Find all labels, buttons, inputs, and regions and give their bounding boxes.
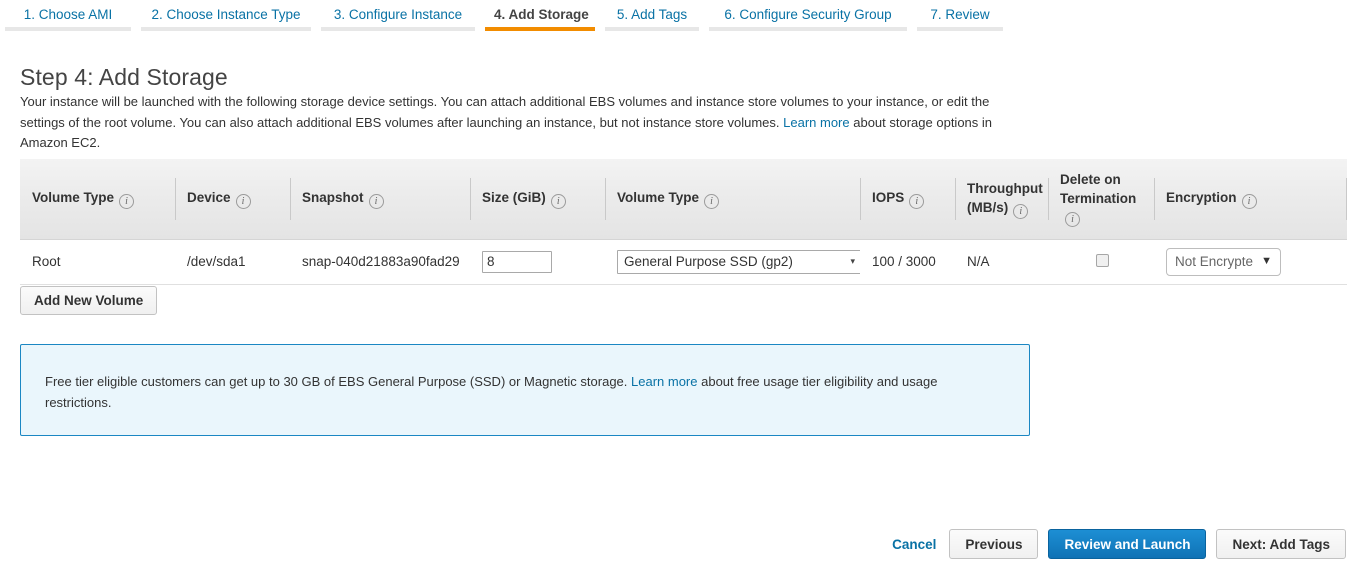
column-header-iops: IOPS i — [860, 159, 955, 240]
throughput-value: N/A — [967, 254, 990, 269]
column-header-label: Encryption — [1166, 190, 1237, 206]
wizard-tab-2[interactable]: 2. Choose Instance Type — [136, 6, 316, 31]
size-input[interactable] — [482, 250, 552, 273]
wizard-tab-4[interactable]: 4. Add Storage — [480, 6, 600, 31]
wizard-tab-underline — [605, 27, 699, 31]
column-header-delete-on-termination: Delete on Termination i — [1048, 159, 1154, 240]
column-header-label: Throughput (MB/s) — [967, 180, 1043, 215]
cell-snapshot: snap-040d21883a90fad29 — [290, 239, 470, 285]
info-icon[interactable]: i — [119, 194, 135, 210]
cell-delete-on-termination — [1048, 239, 1154, 285]
wizard-action-bar: Cancel Previous Review and Launch Next: … — [892, 529, 1346, 559]
wizard-tab-underline — [709, 27, 907, 31]
wizard-tab-6[interactable]: 6. Configure Security Group — [704, 6, 912, 31]
chevron-down-icon: ▾ — [850, 256, 855, 266]
wizard-tab-label: 2. Choose Instance Type — [151, 7, 301, 22]
wizard-tab-5[interactable]: 5. Add Tags — [600, 6, 704, 31]
wizard-tab-label: 1. Choose AMI — [23, 7, 113, 22]
wizard-tab-underline — [485, 27, 595, 31]
volume-type-select-value: General Purpose SSD (gp2) — [624, 254, 793, 269]
free-tier-learn-more-link[interactable]: Learn more — [631, 374, 697, 389]
wizard-tab-underline — [5, 27, 131, 31]
wizard-tab-3[interactable]: 3. Configure Instance — [316, 6, 480, 31]
cancel-button[interactable]: Cancel — [892, 537, 936, 552]
column-header-device: Device i — [175, 159, 290, 240]
column-header-label: Volume Type — [617, 190, 700, 206]
previous-button[interactable]: Previous — [949, 529, 1039, 559]
column-header-label: Size (GiB) — [482, 190, 546, 206]
free-tier-info-box: Free tier eligible customers can get up … — [20, 344, 1030, 436]
wizard-tab-label: 7. Review — [930, 7, 990, 22]
column-header-snapshot: Snapshot i — [290, 159, 470, 240]
cell-volume-type: Root — [20, 239, 175, 285]
column-header-throughput-mb-s: Throughput (MB/s) i — [955, 159, 1048, 240]
cell-device: /dev/sda1 — [175, 239, 290, 285]
column-header-label: IOPS — [872, 190, 905, 206]
device-value: /dev/sda1 — [187, 254, 246, 269]
info-icon[interactable]: i — [1065, 212, 1080, 228]
encryption-select-value: Not Encrypte — [1175, 254, 1254, 269]
cell-size — [470, 239, 605, 285]
cell-iops: 100 / 3000 — [860, 239, 955, 285]
wizard-tab-label: 4. Add Storage — [494, 7, 589, 22]
wizard-tab-7[interactable]: 7. Review — [912, 6, 1008, 31]
encryption-select[interactable]: Not Encrypte ▼ — [1166, 247, 1281, 276]
column-header-volume-type: Volume Type i — [605, 159, 860, 240]
add-new-volume-button[interactable]: Add New Volume — [20, 286, 158, 315]
iops-value: 100 / 3000 — [872, 254, 936, 269]
wizard-tab-label: 5. Add Tags — [616, 7, 688, 22]
volume-type-select[interactable]: General Purpose SSD (gp2) ▾ — [617, 249, 862, 274]
info-icon[interactable]: i — [909, 194, 925, 210]
wizard-step-tabs: 1. Choose AMI 2. Choose Instance Type 3. C… — [0, 6, 1347, 36]
column-header-volume-type: Volume Type i — [20, 159, 175, 240]
table-header-row: Volume Type i Device i Snapshot i Size (GiB) i V… — [20, 159, 1347, 240]
info-icon[interactable]: i — [550, 194, 566, 210]
storage-options-learn-more-link[interactable]: Learn more — [783, 115, 849, 130]
page-description: Your instance will be launched with the … — [20, 92, 1030, 154]
storage-devices-table: Volume Type i Device i Snapshot i Size (GiB) i V… — [20, 159, 1347, 285]
review-and-launch-button[interactable]: Review and Launch — [1048, 529, 1207, 559]
wizard-tab-underline — [321, 27, 475, 31]
wizard-tab-label: 6. Configure Security Group — [724, 7, 892, 22]
volume-type-value: Root — [32, 254, 61, 269]
info-icon[interactable]: i — [235, 194, 251, 210]
chevron-down-icon: ▼ — [1261, 255, 1272, 267]
column-header-encryption: Encryption i — [1154, 159, 1347, 240]
cell-volume-type-select: General Purpose SSD (gp2) ▾ — [605, 239, 862, 285]
column-header-label: Delete on Termination — [1060, 172, 1137, 207]
next-add-tags-button[interactable]: Next: Add Tags — [1216, 529, 1346, 559]
column-header-label: Snapshot — [302, 190, 364, 206]
info-icon[interactable]: i — [704, 194, 720, 210]
snapshot-value: snap-040d21883a90fad29 — [302, 254, 460, 269]
delete-on-termination-checkbox[interactable] — [1095, 253, 1109, 267]
cell-throughput: N/A — [955, 239, 1048, 285]
wizard-tab-label: 3. Configure Instance — [333, 7, 463, 22]
free-tier-text-part1: Free tier eligible customers can get up … — [45, 374, 632, 389]
wizard-tab-underline — [141, 27, 311, 31]
page-title: Step 4: Add Storage — [20, 64, 228, 91]
info-icon[interactable]: i — [1013, 203, 1029, 219]
wizard-tab-1[interactable]: 1. Choose AMI — [0, 6, 136, 31]
cell-encryption: Not Encrypte ▼ — [1154, 239, 1347, 285]
column-header-label: Volume Type — [32, 190, 115, 206]
column-header-size-gib: Size (GiB) i — [470, 159, 605, 240]
table-row: Root/dev/sda1 snap-040d21883a90fad29 Gener… — [20, 239, 1347, 285]
info-icon[interactable]: i — [1241, 194, 1257, 210]
column-header-label: Device — [187, 190, 231, 206]
wizard-tab-underline — [917, 27, 1003, 31]
info-icon[interactable]: i — [368, 194, 384, 210]
